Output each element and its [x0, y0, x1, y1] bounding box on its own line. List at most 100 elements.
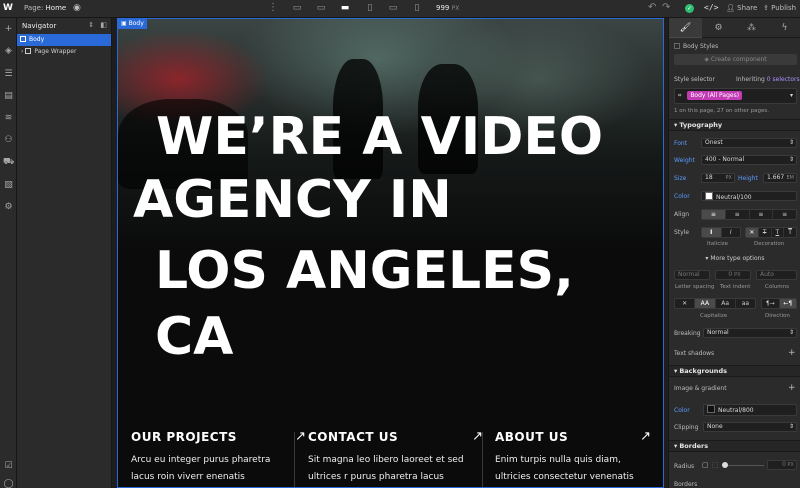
navigator-icon[interactable]: ☰: [3, 69, 14, 80]
webflow-logo[interactable]: W: [3, 3, 15, 15]
more-type-options-toggle[interactable]: ▾ More type options: [697, 253, 773, 264]
expand-collapse-icon[interactable]: ⇕: [88, 21, 94, 29]
chevron-right-icon[interactable]: ›: [21, 48, 23, 55]
card-body-line: lacus roin viverr enenatis: [131, 472, 245, 482]
card-divider: [482, 432, 483, 487]
code-export-icon[interactable]: </>: [704, 3, 718, 12]
arrow-up-right-icon[interactable]: ↗: [295, 429, 306, 444]
overline-icon[interactable]: T: [784, 228, 796, 237]
saved-status-icon[interactable]: ✓: [685, 4, 694, 13]
underline-icon[interactable]: T: [772, 228, 785, 237]
lowercase-icon[interactable]: aa: [736, 299, 755, 308]
radius-slider-handle[interactable]: [722, 462, 728, 468]
color-swatch[interactable]: [705, 192, 713, 200]
more-dots-icon[interactable]: ⋮: [268, 2, 278, 13]
radius-slider[interactable]: [724, 465, 764, 466]
text-color-field[interactable]: Neutral/100: [701, 191, 797, 201]
undo-icon[interactable]: ↶: [648, 2, 656, 13]
create-component-button[interactable]: ◈ Create component: [674, 54, 797, 65]
align-center-icon[interactable]: ≡: [726, 210, 750, 219]
chevron-down-icon: ▾: [674, 121, 678, 129]
card-contact-us[interactable]: CONTACT US ↗ Sit magna leo libero laoree…: [308, 429, 483, 486]
radius-all-icon[interactable]: ▢: [702, 461, 709, 469]
users-icon[interactable]: ⚇: [3, 135, 14, 146]
preview-eye-icon[interactable]: ◉: [73, 3, 81, 13]
publish-button[interactable]: ⇪ Publish: [763, 4, 796, 12]
tab-settings-gear-icon[interactable]: ⚙: [702, 18, 735, 38]
redo-icon[interactable]: ↷: [662, 2, 670, 13]
case-none-icon[interactable]: ✕: [675, 299, 696, 308]
pages-icon[interactable]: ▤: [3, 91, 14, 102]
tab-style-brush-icon[interactable]: 🖌︎: [669, 18, 702, 38]
section-backgrounds[interactable]: ▾ Backgrounds: [669, 365, 800, 377]
breaking-value: Normal: [707, 329, 729, 336]
breakpoint-tablet-icon[interactable]: ▯: [363, 3, 377, 15]
arrow-up-right-icon[interactable]: ↗: [640, 429, 651, 444]
style-selector-label: Style selector: [674, 76, 715, 83]
selector-pill[interactable]: Body (All Pages): [687, 91, 743, 100]
breakpoint-desktop-medium-icon[interactable]: ▭: [314, 3, 328, 15]
design-canvas[interactable]: ▣ Body WE’RE A VIDEO AGENCY IN LOS ANGEL…: [117, 18, 664, 488]
color-swatch[interactable]: [707, 405, 715, 413]
updown-icon: ⇕: [788, 139, 794, 146]
align-right-icon[interactable]: ≡: [750, 210, 774, 219]
add-elements-icon[interactable]: +: [3, 24, 14, 35]
share-button[interactable]: 👤︎ Share: [726, 4, 757, 12]
settings-gear-icon[interactable]: ⚙: [3, 202, 14, 213]
weight-select[interactable]: 400 - Normal ⇕: [701, 155, 797, 165]
columns-input[interactable]: Auto: [756, 270, 797, 280]
direction-ltr-icon[interactable]: ¶→: [762, 299, 780, 308]
add-text-shadow-icon[interactable]: +: [788, 348, 796, 358]
ecommerce-cart-icon[interactable]: ⛟: [3, 157, 14, 168]
section-borders[interactable]: ▾ Borders: [669, 440, 800, 452]
breakpoint-desktop-large-icon[interactable]: ▭: [290, 3, 304, 15]
page-selector[interactable]: Page: Home: [24, 4, 66, 12]
breakpoint-mobile-portrait-icon[interactable]: ▯: [410, 3, 424, 15]
bg-color-field[interactable]: Neutral/800: [703, 404, 797, 416]
add-background-icon[interactable]: +: [788, 383, 796, 393]
style-selector-field[interactable]: ⌗ Body (All Pages) ▾: [674, 88, 797, 104]
card-about-us[interactable]: ABOUT US ↗ Enim turpis nulla quis diam, …: [495, 429, 651, 486]
breakpoint-desktop-base-icon[interactable]: ▬: [338, 3, 352, 15]
direction-rtl-icon[interactable]: ←¶: [779, 299, 796, 308]
breaking-select[interactable]: Normal ⇕: [703, 328, 797, 338]
align-justify-icon[interactable]: ≡: [773, 210, 796, 219]
italic-off-icon[interactable]: I: [702, 228, 722, 237]
tab-interactions-drops-icon[interactable]: ⁂: [735, 18, 768, 38]
align-left-icon[interactable]: ≡: [702, 210, 726, 219]
radius-individual-icon[interactable]: ⬚: [712, 461, 719, 469]
inheriting-selectors-link[interactable]: selectors: [773, 76, 800, 83]
uppercase-icon[interactable]: AA: [695, 299, 716, 308]
font-size-unit[interactable]: PX: [726, 174, 732, 182]
canvas-width-readout: 999 PX: [436, 4, 459, 12]
line-height-input[interactable]: 1.667 EM: [763, 173, 797, 183]
chevron-down-icon[interactable]: ▾: [790, 89, 793, 103]
letter-spacing-input[interactable]: Normal: [674, 270, 710, 280]
bg-color-label: Color: [674, 407, 690, 414]
breakpoint-mobile-landscape-icon[interactable]: ▭: [386, 3, 400, 15]
selected-element-tag[interactable]: ▣ Body: [118, 19, 147, 29]
decoration-none-icon[interactable]: ✕: [746, 228, 759, 237]
navigator-item-body[interactable]: Body: [17, 34, 111, 46]
components-icon[interactable]: ◈: [3, 46, 14, 57]
direction-caption: Direction: [765, 313, 790, 319]
text-indent-input[interactable]: 0 PX: [715, 270, 751, 280]
updown-icon: ⇕: [788, 423, 794, 430]
font-size-input[interactable]: 18 PX: [701, 173, 735, 183]
section-typography[interactable]: ▾ Typography: [669, 119, 800, 131]
help-icon[interactable]: ◯: [3, 479, 14, 488]
line-height-unit[interactable]: EM: [787, 174, 794, 182]
dock-panel-icon[interactable]: ◧: [100, 21, 107, 29]
assets-icon[interactable]: ▧: [3, 180, 14, 191]
card-our-projects[interactable]: OUR PROJECTS ↗ Arcu eu integer purus pha…: [131, 429, 306, 486]
capitalize-icon[interactable]: Aa: [716, 299, 736, 308]
font-select[interactable]: Onest ⇕: [701, 138, 797, 148]
clipping-select[interactable]: None ⇕: [703, 422, 797, 432]
italic-on-icon[interactable]: I: [722, 228, 741, 237]
radius-input[interactable]: 0 PX: [767, 460, 797, 470]
tasks-check-icon[interactable]: ☑: [3, 461, 14, 472]
tab-lightning-icon[interactable]: ϟ: [768, 18, 800, 38]
navigator-item-page-wrapper[interactable]: › Page Wrapper: [17, 46, 111, 58]
strikethrough-icon[interactable]: T: [759, 228, 772, 237]
cms-icon[interactable]: ≋: [3, 113, 14, 124]
